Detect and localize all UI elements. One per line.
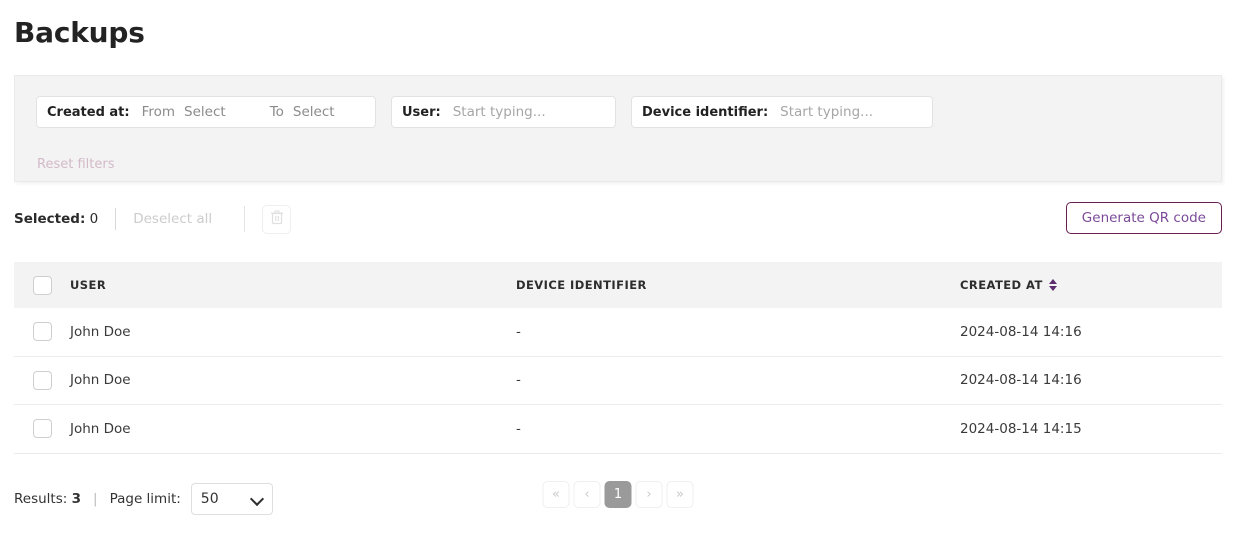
select-all-cell [14, 275, 70, 295]
cell-created-at: 2024-08-14 14:15 [960, 420, 1082, 437]
pagination-first-button[interactable]: « [542, 481, 570, 508]
page-limit-select[interactable]: 50 [190, 483, 273, 515]
footer-left: Results: 3 | Page limit: 50 [14, 480, 273, 518]
selection-toolbar: Selected: 0 Deselect all Generate QR cod… [14, 200, 1222, 238]
filter-device-identifier-label: Device identifier: [642, 104, 769, 120]
table-footer: Results: 3 | Page limit: 50 « ‹ 1 › » [14, 480, 1222, 520]
filter-device-identifier-input[interactable] [780, 98, 931, 126]
results-count: 3 [71, 491, 81, 507]
column-header-device-identifier[interactable]: DEVICE IDENTIFIER [516, 278, 960, 292]
filter-created-to-label: To [269, 104, 284, 120]
pagination-prev-button[interactable]: ‹ [573, 481, 601, 508]
pagination-last-button[interactable]: » [666, 481, 694, 508]
cell-user: John Doe [70, 420, 131, 437]
trash-icon [270, 209, 284, 229]
backups-page: Backups Created at: From Select To Selec… [0, 0, 1236, 539]
page-limit-select-wrap: 50 [190, 483, 273, 515]
toolbar-divider-1 [115, 208, 117, 230]
row-checkbox[interactable] [32, 322, 52, 342]
row-select-cell [14, 370, 70, 390]
table-header-row: USER DEVICE IDENTIFIER CREATED AT [14, 262, 1222, 308]
delete-selected-button[interactable] [262, 204, 292, 234]
column-header-user[interactable]: USER [70, 278, 516, 292]
column-header-created-at[interactable]: CREATED AT [960, 278, 1222, 292]
row-checkbox[interactable] [32, 370, 52, 390]
pagination-page-1[interactable]: 1 [604, 481, 632, 508]
toolbar-divider-2 [244, 206, 246, 232]
row-select-cell [14, 322, 70, 342]
results-label: Results: [14, 491, 68, 507]
filter-row: Created at: From Select To Select User: … [36, 96, 933, 128]
row-select-cell [14, 419, 70, 439]
filter-device-identifier[interactable]: Device identifier: [631, 96, 933, 128]
filter-user-label: User: [402, 104, 441, 120]
filter-created-at-label: Created at: [47, 104, 130, 120]
filter-panel: Created at: From Select To Select User: … [14, 75, 1222, 182]
table-row[interactable]: John Doe - 2024-08-14 14:16 [14, 356, 1222, 405]
cell-created-at: 2024-08-14 14:16 [960, 372, 1082, 389]
row-checkbox[interactable] [32, 419, 52, 439]
cell-device-identifier: - [516, 323, 521, 340]
table-row[interactable]: John Doe - 2024-08-14 14:16 [14, 308, 1222, 357]
cell-device-identifier: - [516, 372, 521, 389]
reset-filters-button[interactable]: Reset filters [37, 157, 114, 172]
cell-user: John Doe [70, 372, 131, 389]
sort-arrows-icon[interactable] [1048, 279, 1057, 291]
cell-created-at: 2024-08-14 14:16 [960, 323, 1082, 340]
selected-label: Selected: [14, 211, 86, 227]
selected-value: 0 [89, 211, 99, 227]
footer-separator: | [93, 491, 98, 507]
filter-created-to-value[interactable]: Select [293, 104, 335, 120]
backups-table: USER DEVICE IDENTIFIER CREATED AT John D… [14, 262, 1222, 454]
filter-user-input[interactable] [452, 98, 593, 126]
filter-user[interactable]: User: [391, 96, 616, 128]
filter-created-at[interactable]: Created at: From Select To Select [36, 96, 376, 128]
filter-created-from-label: From [141, 104, 176, 120]
selected-count: Selected: 0 [14, 211, 98, 227]
page-title: Backups [14, 16, 145, 49]
pagination: « ‹ 1 › » [542, 481, 694, 508]
column-header-created-at-label: CREATED AT [960, 278, 1043, 292]
table-row[interactable]: John Doe - 2024-08-14 14:15 [14, 405, 1222, 454]
cell-user: John Doe [70, 323, 131, 340]
filter-created-from-value[interactable]: Select [184, 104, 226, 120]
select-all-checkbox[interactable] [32, 275, 52, 295]
deselect-all-button[interactable]: Deselect all [133, 211, 212, 227]
generate-qr-code-button[interactable]: Generate QR code [1065, 202, 1222, 234]
pagination-next-button[interactable]: › [635, 481, 663, 508]
cell-device-identifier: - [516, 420, 521, 437]
page-limit-label: Page limit: [109, 491, 181, 507]
